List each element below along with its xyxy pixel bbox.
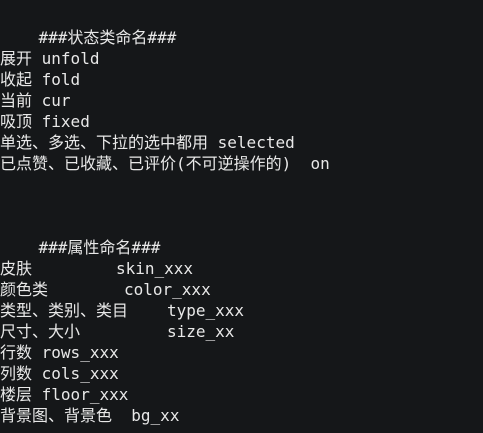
status-item-on: 已点赞、已收藏、已评价(不可逆操作的) on xyxy=(0,153,483,174)
item-label: 类型、类别、类目 xyxy=(0,301,129,320)
attr-item-floor: 楼层 floor_xxx xyxy=(0,384,483,405)
terminal-text-area: ###状态类命名### 展开 unfold 收起 fold 当前 cur 吸顶 … xyxy=(0,0,483,433)
item-value: fixed xyxy=(41,112,90,131)
section-heading-status: ###状态类命名### xyxy=(0,6,483,47)
item-value: color_xxx xyxy=(124,280,211,299)
item-value: size_xx xyxy=(167,322,235,341)
section-heading-status-text: ###状态类命名### xyxy=(38,28,177,47)
item-label: 展开 xyxy=(0,49,33,68)
item-label: 行数 xyxy=(0,343,33,362)
attr-item-skin: 皮肤 skin_xxx xyxy=(0,258,483,279)
item-value: cols_xxx xyxy=(41,364,119,383)
status-item-cur: 当前 cur xyxy=(0,90,483,111)
status-item-selected: 单选、多选、下拉的选中都用 selected xyxy=(0,132,483,153)
item-label: 颜色类 xyxy=(0,280,49,299)
attr-item-bg: 背景图、背景色 bg_xx xyxy=(0,405,483,426)
status-item-fold: 收起 fold xyxy=(0,69,483,90)
item-label: 皮肤 xyxy=(0,259,33,278)
item-value: fold xyxy=(41,70,81,89)
status-item-unfold: 展开 unfold xyxy=(0,48,483,69)
item-value: bg_xx xyxy=(131,406,180,425)
item-label: 已点赞、已收藏、已评价(不可逆操作的) xyxy=(0,154,292,173)
section-heading-attribute: ###属性命名### xyxy=(0,216,483,257)
item-value: rows_xxx xyxy=(41,343,119,362)
item-label: 列数 xyxy=(0,364,33,383)
item-label: 当前 xyxy=(0,91,33,110)
item-label: 背景图、背景色 xyxy=(0,406,113,425)
attr-item-color: 颜色类 color_xxx xyxy=(0,279,483,300)
item-label: 楼层 xyxy=(0,385,33,404)
attr-item-cols: 列数 cols_xxx xyxy=(0,363,483,384)
item-value: skin_xxx xyxy=(116,259,194,278)
item-label: 吸顶 xyxy=(0,112,33,131)
attr-item-type: 类型、类别、类目 type_xxx xyxy=(0,300,483,321)
item-label: 尺寸、大小 xyxy=(0,322,81,341)
item-value: floor_xxx xyxy=(41,385,129,404)
section-heading-attribute-text: ###属性命名### xyxy=(38,238,161,257)
attr-item-rows: 行数 rows_xxx xyxy=(0,342,483,363)
item-label: 收起 xyxy=(0,70,33,89)
item-label: 单选、多选、下拉的选中都用 xyxy=(0,133,209,152)
item-value: type_xxx xyxy=(167,301,245,320)
item-value: unfold xyxy=(41,49,100,68)
item-value: selected xyxy=(217,133,295,152)
item-value: cur xyxy=(41,91,71,110)
status-item-fixed: 吸顶 fixed xyxy=(0,111,483,132)
attr-item-size: 尺寸、大小 size_xx xyxy=(0,321,483,342)
item-value: on xyxy=(310,154,330,173)
